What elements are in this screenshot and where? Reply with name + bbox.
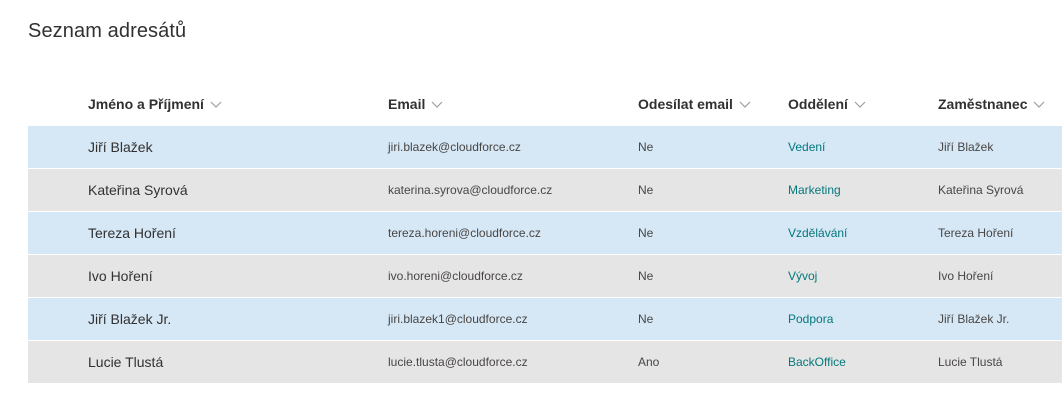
column-header-label: Email — [388, 96, 426, 112]
cell-name[interactable]: Ivo Hoření — [88, 268, 153, 284]
cell-email: jiri.blazek@cloudforce.cz — [388, 140, 521, 154]
table-row[interactable]: Lucie Tlustá lucie.tlusta@cloudforce.cz … — [28, 341, 1062, 383]
cell-employee: Tereza Hoření — [938, 226, 1014, 240]
chevron-down-icon — [739, 101, 751, 108]
cell-send-email: Ne — [638, 183, 654, 197]
table-row[interactable]: Tereza Hoření tereza.horeni@cloudforce.c… — [28, 212, 1062, 254]
cell-send-email: Ano — [638, 355, 660, 369]
column-header-send-email[interactable]: Odesílat email — [638, 96, 751, 112]
table-row[interactable]: Kateřina Syrová katerina.syrova@cloudfor… — [28, 169, 1062, 211]
cell-send-email: Ne — [638, 312, 654, 326]
cell-department-link[interactable]: Vzdělávání — [788, 226, 847, 240]
cell-department-link[interactable]: BackOffice — [788, 355, 846, 369]
column-header-label: Oddělení — [788, 96, 848, 112]
cell-email: katerina.syrova@cloudforce.cz — [388, 183, 553, 197]
cell-employee: Jiří Blažek Jr. — [938, 312, 1010, 326]
cell-employee: Jiří Blažek — [938, 140, 994, 154]
cell-name[interactable]: Jiří Blažek Jr. — [88, 311, 171, 327]
cell-email: lucie.tlusta@cloudforce.cz — [388, 355, 528, 369]
list-header: Jméno a Příjmení Email Odesílat email Od… — [28, 84, 1062, 126]
column-header-label: Zaměstnanec — [938, 96, 1028, 112]
cell-send-email: Ne — [638, 140, 654, 154]
cell-send-email: Ne — [638, 226, 654, 240]
column-header-employee[interactable]: Zaměstnanec — [938, 96, 1045, 112]
cell-send-email: Ne — [638, 269, 654, 283]
column-header-label: Jméno a Příjmení — [88, 96, 204, 112]
chevron-down-icon — [210, 101, 222, 108]
cell-department-link[interactable]: Vývoj — [788, 269, 817, 283]
table-row[interactable]: Jiří Blažek jiri.blazek@cloudforce.cz Ne… — [28, 126, 1062, 168]
cell-employee: Ivo Hoření — [938, 269, 994, 283]
cell-name[interactable]: Tereza Hoření — [88, 225, 176, 241]
chevron-down-icon — [1034, 101, 1045, 108]
table-row[interactable]: Jiří Blažek Jr. jiri.blazek1@cloudforce.… — [28, 298, 1062, 340]
page-title: Seznam adresátů — [28, 20, 187, 42]
cell-name[interactable]: Jiří Blažek — [88, 139, 153, 155]
column-header-name[interactable]: Jméno a Příjmení — [88, 96, 222, 112]
cell-department-link[interactable]: Marketing — [788, 183, 841, 197]
cell-email: ivo.horeni@cloudforce.cz — [388, 269, 523, 283]
cell-name[interactable]: Kateřina Syrová — [88, 182, 188, 198]
cell-name[interactable]: Lucie Tlustá — [88, 354, 163, 370]
chevron-down-icon — [854, 101, 866, 108]
cell-department-link[interactable]: Vedení — [788, 140, 825, 154]
address-list: Jméno a Příjmení Email Odesílat email Od… — [28, 84, 1062, 384]
cell-employee: Kateřina Syrová — [938, 183, 1024, 197]
column-header-department[interactable]: Oddělení — [788, 96, 866, 112]
chevron-down-icon — [431, 101, 443, 108]
cell-employee: Lucie Tlustá — [938, 355, 1003, 369]
table-row[interactable]: Ivo Hoření ivo.horeni@cloudforce.cz Ne V… — [28, 255, 1062, 297]
column-header-label: Odesílat email — [638, 96, 733, 112]
cell-email: jiri.blazek1@cloudforce.cz — [388, 312, 528, 326]
column-header-email[interactable]: Email — [388, 96, 443, 112]
cell-email: tereza.horeni@cloudforce.cz — [388, 226, 541, 240]
cell-department-link[interactable]: Podpora — [788, 312, 833, 326]
